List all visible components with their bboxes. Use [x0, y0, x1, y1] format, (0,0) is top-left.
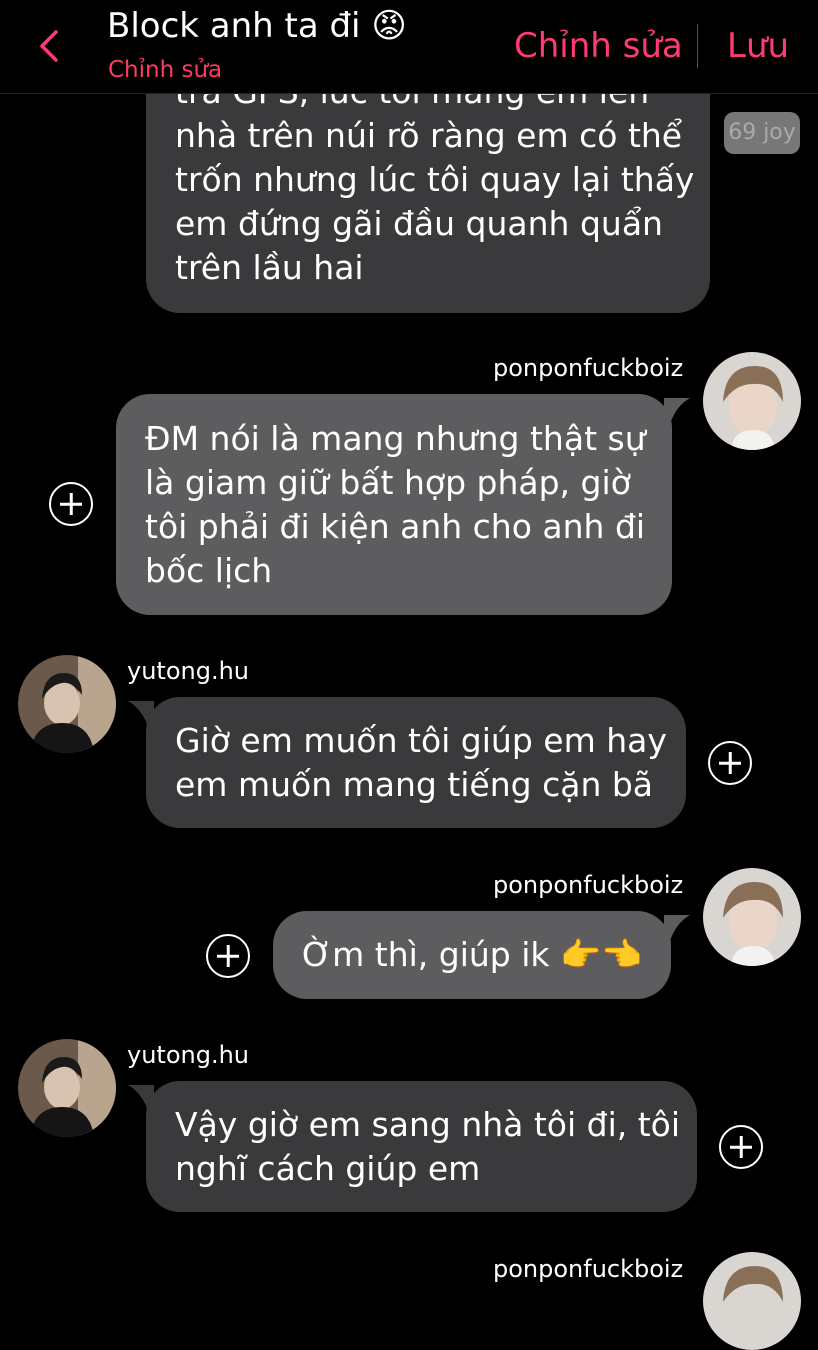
add-reaction-icon[interactable] — [206, 934, 250, 978]
bubble-tail — [664, 915, 690, 941]
avatar-image — [18, 655, 116, 753]
back-chevron-icon[interactable] — [32, 26, 72, 66]
message-line: em muốn mang tiếng cặn bã — [175, 765, 654, 804]
message-bubble[interactable]: Ờm thì, giúp ik 👉👈 — [273, 911, 671, 999]
watermark: 69 joy — [724, 112, 800, 154]
avatar[interactable] — [703, 1252, 801, 1350]
add-reaction-icon[interactable] — [708, 741, 752, 785]
bubble-tail — [128, 1085, 154, 1111]
message-line: bốc lịch — [145, 551, 273, 590]
chat-subtitle[interactable]: Chỉnh sửa — [108, 57, 222, 83]
bubble-tail — [128, 701, 154, 727]
avatar[interactable] — [18, 1039, 116, 1137]
bubble-tail — [664, 398, 690, 424]
message-line: Vậy giờ em sang nhà tôi đi, tôi — [175, 1105, 681, 1144]
message-line: tôi phải đi kiện anh cho anh đi — [145, 507, 646, 546]
add-reaction-icon[interactable] — [719, 1125, 763, 1169]
message-line: Ờm thì, giúp ik 👉👈 — [302, 935, 643, 974]
message-line: nhà trên núi rõ ràng em có thể — [175, 116, 683, 155]
message-line: trốn nhưng lúc tôi quay lại thấy — [175, 160, 695, 199]
avatar[interactable] — [703, 352, 801, 450]
sender-name: ponponfuckboiz — [493, 1255, 684, 1283]
message-line: là giam giữ bất hợp pháp, giờ — [145, 463, 631, 502]
save-button[interactable]: Lưu — [727, 26, 789, 66]
edit-button[interactable]: Chỉnh sửa — [514, 26, 683, 66]
sender-name: yutong.hu — [127, 1041, 250, 1069]
avatar[interactable] — [18, 655, 116, 753]
avatar[interactable] — [703, 868, 801, 966]
message-bubble[interactable]: Vậy giờ em sang nhà tôi đi, tôi nghĩ các… — [146, 1081, 697, 1212]
avatar-image — [18, 1039, 116, 1137]
message-line: ĐM nói là mang nhưng thật sự — [145, 419, 646, 458]
chat-header: Block anh ta đi 😡 Chỉnh sửa Chỉnh sửa Lư… — [0, 0, 818, 94]
chat-title: Block anh ta đi 😡 — [107, 6, 407, 46]
header-divider — [697, 24, 698, 68]
message-bubble[interactable]: ĐM nói là mang nhưng thật sự là giam giữ… — [116, 394, 672, 615]
avatar-image — [703, 352, 801, 450]
message-line: Giờ em muốn tôi giúp em hay — [175, 721, 667, 760]
sender-name: ponponfuckboiz — [493, 871, 684, 899]
avatar-image — [703, 1252, 801, 1350]
message-line: trên lầu hai — [175, 248, 364, 287]
message-bubble[interactable]: Giờ em muốn tôi giúp em hay em muốn mang… — [146, 697, 686, 828]
message-line: em đứng gãi đầu quanh quẩn — [175, 204, 663, 243]
sender-name: ponponfuckboiz — [493, 354, 684, 382]
avatar-image — [703, 868, 801, 966]
add-reaction-icon[interactable] — [49, 482, 93, 526]
message-line: nghĩ cách giúp em — [175, 1149, 481, 1188]
sender-name: yutong.hu — [127, 657, 250, 685]
